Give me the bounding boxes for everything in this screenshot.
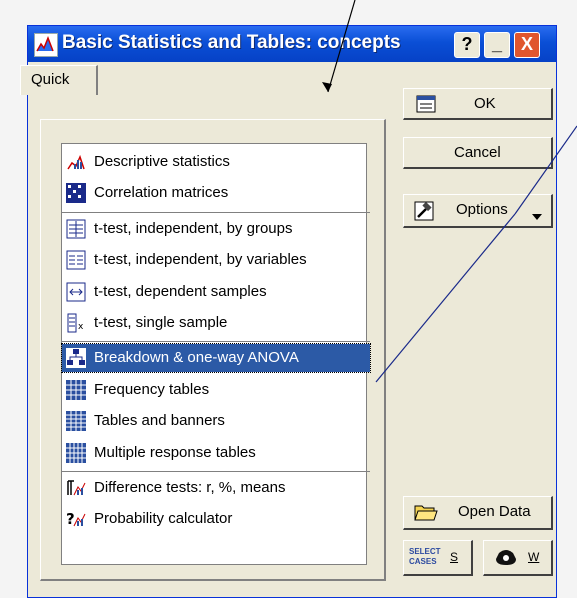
list-item-label: Correlation matrices [94, 184, 229, 202]
open-data-button[interactable]: Open Data [403, 496, 553, 530]
list-item[interactable]: Difference tests: r, %, means [62, 474, 370, 502]
list-item-label: t-test, independent, by variables [94, 251, 307, 269]
minimize-button[interactable]: _ [484, 32, 510, 58]
anova-icon [66, 348, 86, 369]
list-item-label: Difference tests: r, %, means [94, 479, 286, 496]
select-cases-hotkey: S [450, 550, 459, 564]
list-item[interactable]: ? Probability calculator [62, 505, 370, 533]
weight-button[interactable]: W [483, 540, 553, 576]
list-divider [62, 341, 370, 343]
cancel-label: Cancel [454, 144, 501, 161]
difference-tests-icon [66, 478, 86, 498]
list-item-label: Tables and banners [94, 412, 225, 430]
list-divider [62, 471, 370, 472]
ttest-single-icon: x [66, 313, 86, 333]
hammer-icon [414, 201, 434, 225]
list-item[interactable]: Descriptive statistics [62, 148, 370, 176]
tab-quick[interactable]: Quick [20, 65, 98, 95]
list-item[interactable]: Correlation matrices [62, 179, 370, 207]
window-title: Basic Statistics and Tables: concepts [62, 32, 401, 53]
dropdown-arrow-icon [532, 207, 542, 224]
select-cases-button[interactable]: SELECT CASES S [403, 540, 473, 576]
options-label: Options [456, 201, 508, 218]
list-item-label: Descriptive statistics [94, 153, 230, 170]
title-bar[interactable]: Basic Statistics and Tables: concepts ? … [28, 26, 556, 62]
ttest-groups-icon [66, 219, 86, 239]
ok-icon [416, 95, 436, 117]
ttest-dependent-icon [66, 282, 86, 302]
multi-response-icon [66, 442, 86, 463]
ok-button[interactable]: OK [403, 88, 553, 120]
help-button[interactable]: ? [454, 32, 480, 58]
list-item[interactable]: Frequency tables [62, 376, 370, 404]
list-item[interactable]: Multiple response tables [62, 439, 370, 467]
list-item-label: t-test, single sample [94, 314, 228, 331]
close-button[interactable]: X [514, 32, 540, 58]
list-item-label: t-test, independent, by groups [94, 219, 293, 237]
list-item-label: Breakdown & one-way ANOVA [94, 349, 299, 367]
weight-hotkey: W [528, 550, 540, 564]
app-icon [34, 33, 58, 57]
open-data-label: Open Data [458, 503, 531, 520]
list-item-label: Frequency tables [94, 380, 210, 398]
analysis-list[interactable]: Descriptive statistics Correlation matric… [61, 143, 371, 565]
list-item[interactable]: t-test, independent, by groups [62, 215, 370, 243]
correlation-matrix-icon [66, 183, 86, 204]
list-item-label: Probability calculator [94, 510, 233, 528]
options-button[interactable]: Options [403, 194, 553, 228]
ok-label: OK [474, 95, 496, 112]
folder-icon [414, 502, 438, 526]
list-item[interactable]: t-test, independent, by variables [62, 246, 370, 274]
list-item[interactable]: t-test, dependent samples [62, 278, 370, 306]
frequency-table-icon [66, 379, 86, 400]
list-item-label: t-test, dependent samples [94, 282, 267, 300]
weight-icon [494, 547, 518, 571]
cancel-button[interactable]: Cancel [403, 137, 553, 169]
list-divider [62, 211, 370, 213]
svg-text:x: x [78, 322, 84, 332]
list-item-label: Multiple response tables [94, 443, 256, 461]
list-item[interactable]: Breakdown & one-way ANOVA [61, 343, 371, 374]
descriptive-stats-icon [66, 152, 86, 172]
list-item[interactable]: Tables and banners [62, 407, 370, 435]
list-item[interactable]: x t-test, single sample [62, 309, 370, 337]
ttest-variables-icon [66, 250, 86, 270]
select-cases-icon: SELECT CASES [409, 547, 441, 566]
probability-calc-icon: ? [66, 509, 86, 529]
banners-table-icon [66, 411, 86, 432]
svg-text:?: ? [66, 510, 75, 528]
